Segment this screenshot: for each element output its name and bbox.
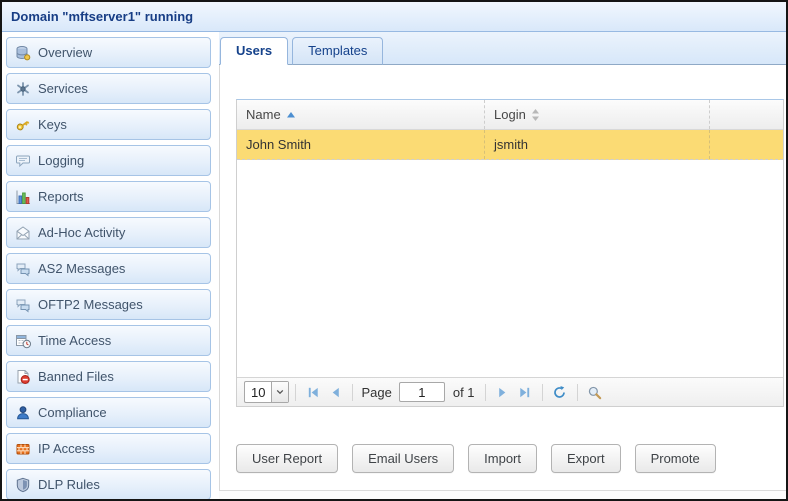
page-number-input[interactable] <box>398 382 445 402</box>
sidebar-item-label: Services <box>38 81 88 96</box>
cell-empty <box>710 130 783 159</box>
messages-icon <box>15 297 31 313</box>
sidebar-item-banned-files[interactable]: Banned Files <box>6 361 211 392</box>
column-header-name[interactable]: Name <box>237 100 485 129</box>
sort-ascending-icon <box>286 111 296 119</box>
tab-templates[interactable]: Templates <box>292 37 384 65</box>
sidebar-item-overview[interactable]: Overview <box>6 37 211 68</box>
tab-users[interactable]: Users <box>220 37 289 65</box>
sidebar-item-dlp-rules[interactable]: DLP Rules <box>6 469 211 499</box>
column-header-name-label: Name <box>246 107 281 122</box>
column-header-empty <box>710 100 783 129</box>
sidebar-item-label: IP Access <box>38 441 95 456</box>
shield-icon <box>15 477 31 493</box>
sidebar-item-compliance[interactable]: Compliance <box>6 397 211 428</box>
sidebar-item-label: Time Access <box>38 333 112 348</box>
pager-separator <box>484 383 486 401</box>
pager-separator <box>352 383 354 401</box>
sidebar-item-adhoc-activity[interactable]: Ad-Hoc Activity <box>6 217 211 248</box>
person-icon <box>15 405 31 421</box>
sidebar: Overview Services Keys Logging Reports A <box>2 32 215 499</box>
messages-icon <box>15 261 31 277</box>
pager-separator <box>541 383 543 401</box>
chevron-down-icon <box>271 382 289 402</box>
main-content: Users Templates Name Login John Smith js… <box>215 32 786 499</box>
promote-button[interactable]: Promote <box>634 444 716 473</box>
page-size-value: 10 <box>251 384 266 400</box>
speech-bubble-icon <box>15 153 31 169</box>
column-header-login-label: Login <box>494 107 526 122</box>
key-icon <box>15 117 31 133</box>
page-size-select[interactable]: 10 <box>244 381 290 403</box>
sidebar-item-label: Keys <box>38 117 67 132</box>
sidebar-item-oftp2-messages[interactable]: OFTP2 Messages <box>6 289 211 320</box>
page-count-label: of 1 <box>452 384 475 400</box>
app-window: Domain "mftserver1" running Overview Ser… <box>0 0 788 501</box>
bottom-strip <box>219 491 786 499</box>
tab-strip: Users Templates <box>219 32 786 65</box>
cell-name: John Smith <box>237 130 485 159</box>
firewall-icon <box>15 441 31 457</box>
sidebar-item-logging[interactable]: Logging <box>6 145 211 176</box>
column-header-login[interactable]: Login <box>485 100 710 129</box>
sidebar-item-label: Compliance <box>38 405 107 420</box>
grid-empty-area <box>237 160 783 377</box>
pagination-bar: 10 Page of 1 <box>237 377 783 406</box>
window-title: Domain "mftserver1" running <box>11 9 194 24</box>
window-titlebar: Domain "mftserver1" running <box>2 2 786 32</box>
sidebar-item-keys[interactable]: Keys <box>6 109 211 140</box>
pager-separator <box>295 383 297 401</box>
cell-login: jsmith <box>485 130 710 159</box>
sort-both-icon <box>531 108 540 121</box>
sidebar-item-label: Logging <box>38 153 85 168</box>
sidebar-item-label: AS2 Messages <box>38 261 126 276</box>
last-page-icon[interactable] <box>514 381 536 403</box>
envelope-icon <box>15 225 31 241</box>
sidebar-item-reports[interactable]: Reports <box>6 181 211 212</box>
tab-users-label: Users <box>236 43 273 58</box>
import-button[interactable]: Import <box>468 444 537 473</box>
search-icon[interactable] <box>584 381 606 403</box>
email-users-button[interactable]: Email Users <box>352 444 455 473</box>
sidebar-item-label: Banned Files <box>38 369 114 384</box>
bar-chart-icon <box>15 189 31 205</box>
pager-separator <box>576 383 578 401</box>
first-page-icon[interactable] <box>302 381 324 403</box>
sidebar-item-label: Overview <box>38 45 93 60</box>
sidebar-item-ip-access[interactable]: IP Access <box>6 433 211 464</box>
users-tab-panel: Name Login John Smith jsmith 10 Page 1 o… <box>219 65 786 491</box>
tab-templates-label: Templates <box>308 43 368 58</box>
refresh-icon[interactable] <box>549 381 571 403</box>
export-button[interactable]: Export <box>551 444 621 473</box>
page-label: Page <box>361 384 392 400</box>
sidebar-item-time-access[interactable]: Time Access <box>6 325 211 356</box>
calendar-clock-icon <box>15 333 31 349</box>
action-buttons: User Report Email Users Import Export Pr… <box>236 444 784 473</box>
users-grid: Name Login John Smith jsmith 10 Page 1 o… <box>236 99 784 407</box>
previous-page-icon[interactable] <box>324 381 346 403</box>
table-row[interactable]: John Smith jsmith <box>237 130 783 160</box>
sidebar-item-as2-messages[interactable]: AS2 Messages <box>6 253 211 284</box>
grid-header: Name Login <box>237 100 783 130</box>
sidebar-item-label: OFTP2 Messages <box>38 297 143 312</box>
next-page-icon[interactable] <box>492 381 514 403</box>
sidebar-item-services[interactable]: Services <box>6 73 211 104</box>
banned-file-icon <box>15 369 31 385</box>
sidebar-item-label: Reports <box>38 189 84 204</box>
sidebar-item-label: Ad-Hoc Activity <box>38 225 126 240</box>
sidebar-item-label: DLP Rules <box>38 477 100 492</box>
database-icon <box>15 45 31 61</box>
services-icon <box>15 81 31 97</box>
window-body: Overview Services Keys Logging Reports A <box>2 32 786 499</box>
user-report-button[interactable]: User Report <box>236 444 339 473</box>
